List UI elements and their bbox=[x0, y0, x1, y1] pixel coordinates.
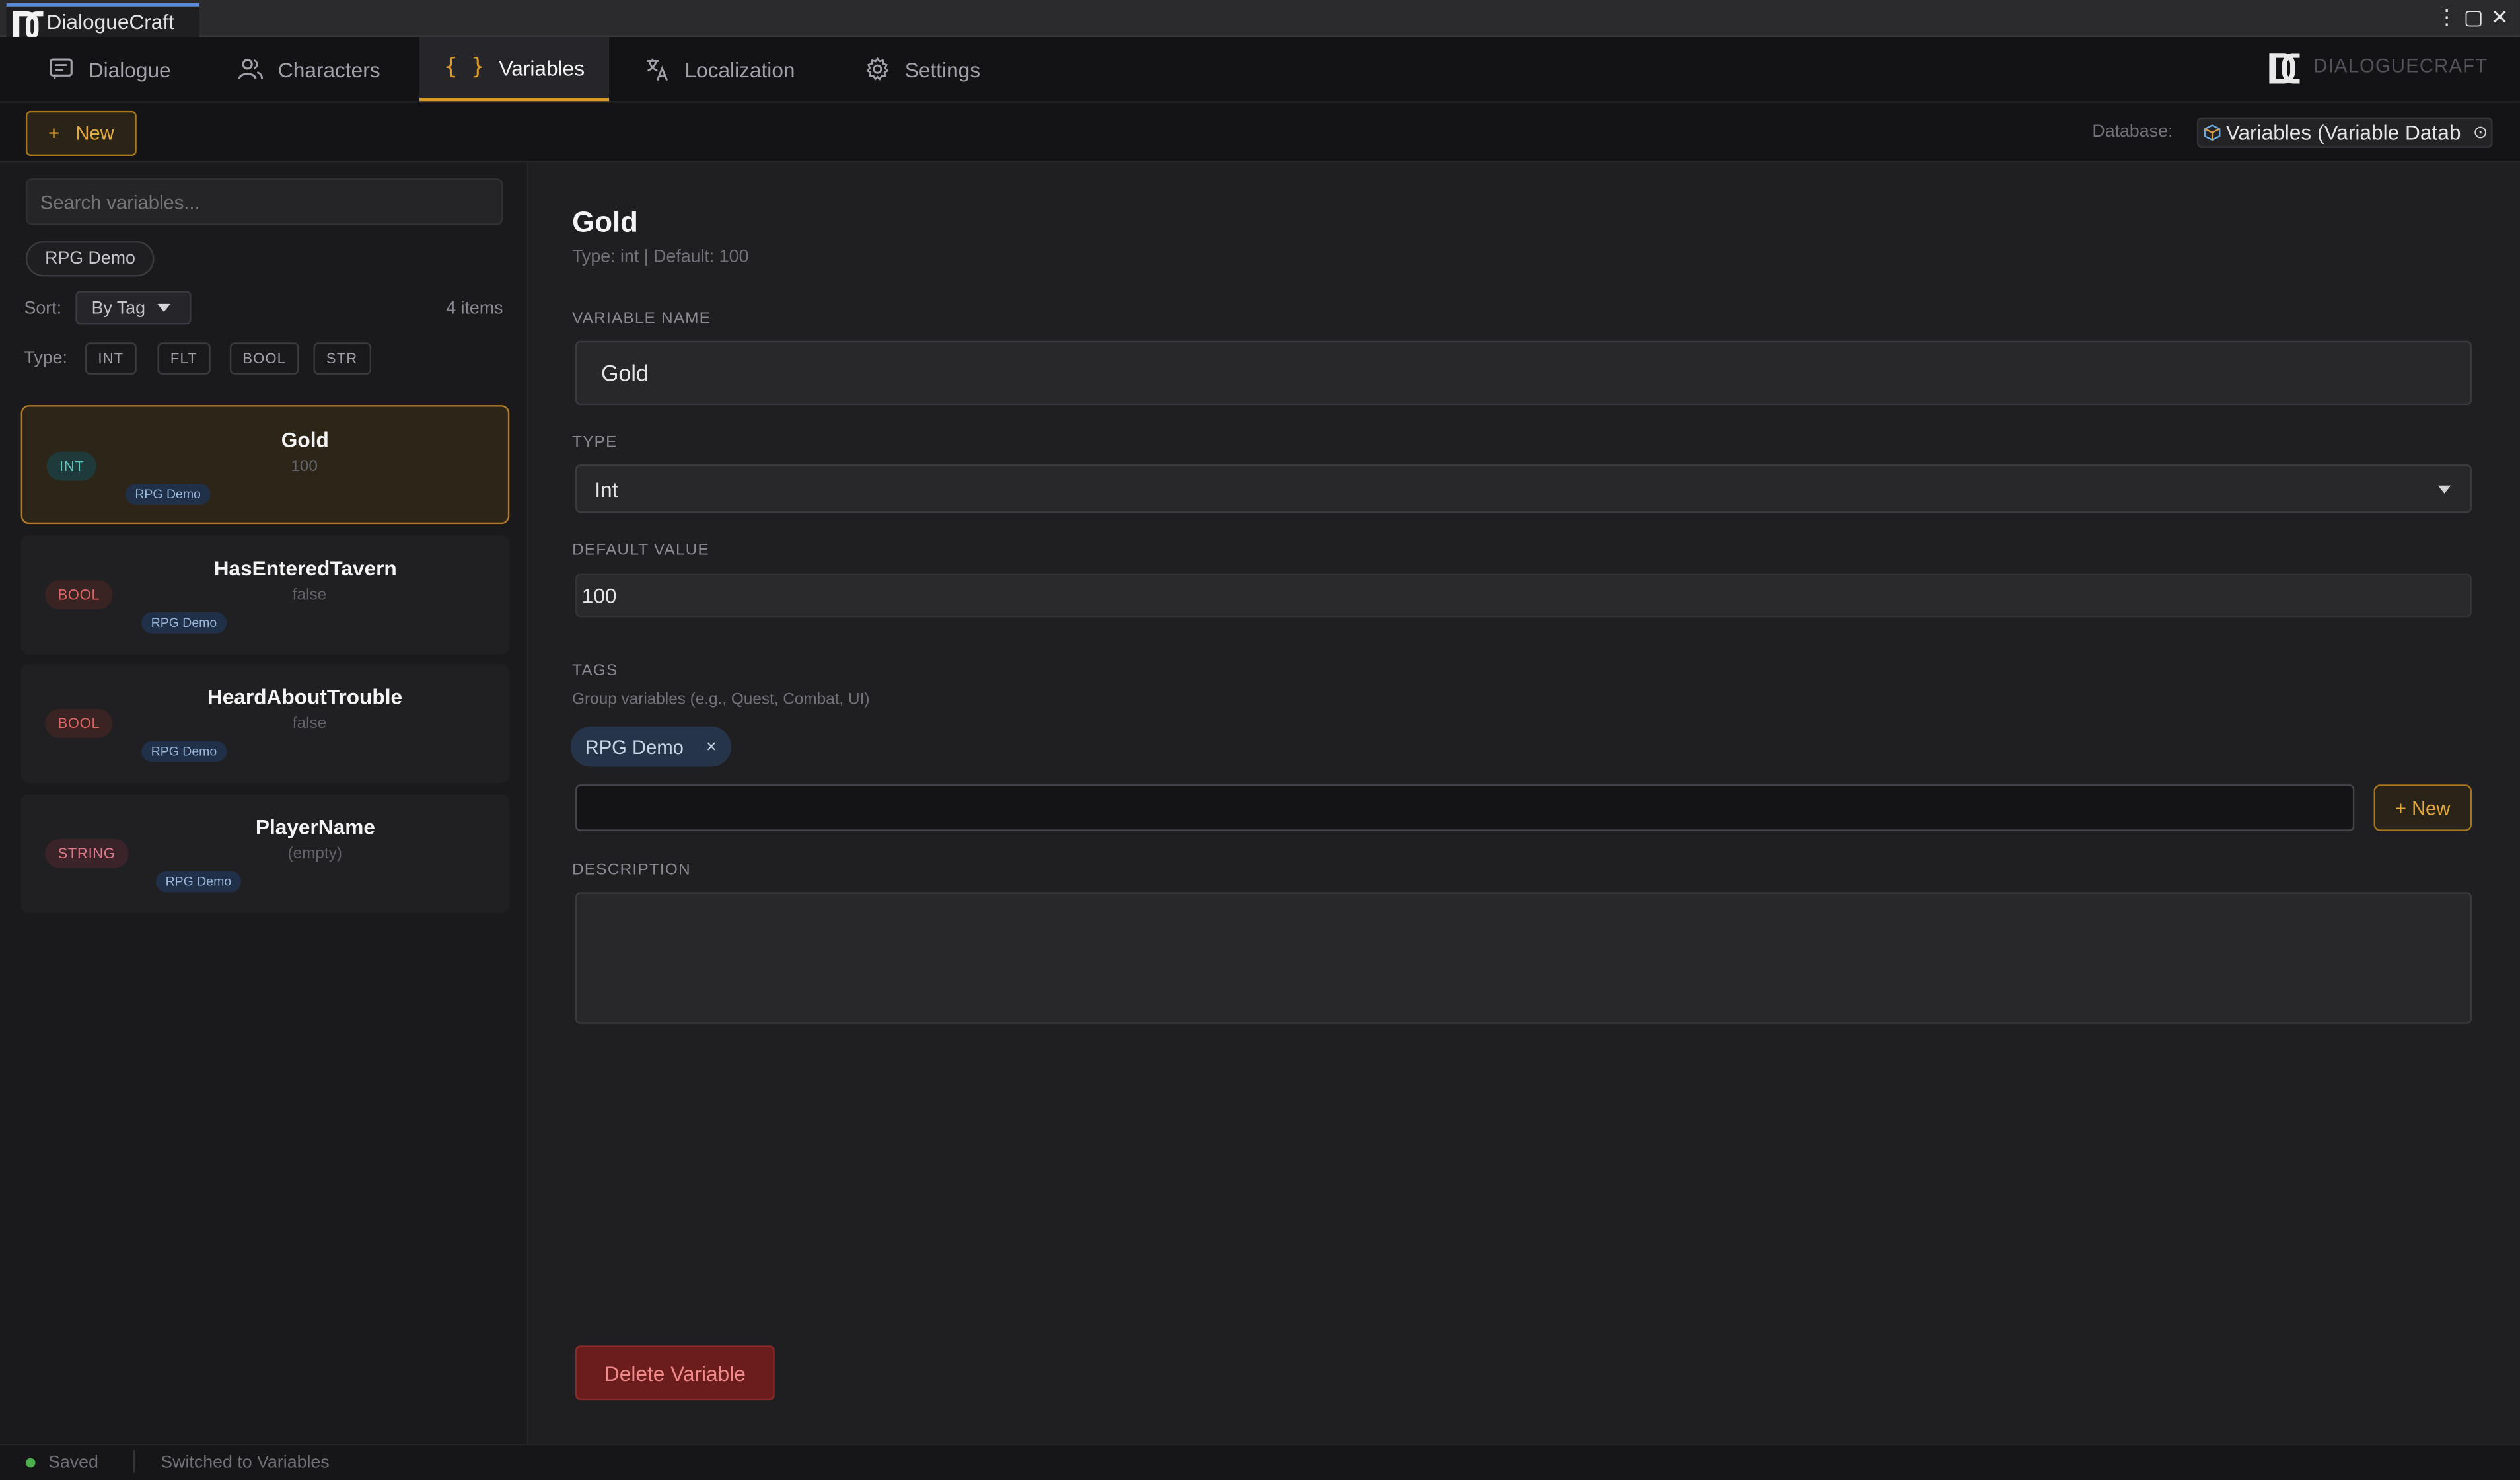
gear-icon bbox=[866, 57, 889, 81]
status-message: Switched to Variables bbox=[161, 1453, 330, 1473]
database-value: Variables (Variable Datab bbox=[2225, 120, 2461, 145]
status-dot-icon bbox=[25, 1458, 36, 1468]
search-input[interactable] bbox=[25, 178, 503, 225]
chat-icon bbox=[50, 58, 73, 79]
plus-icon: + bbox=[48, 122, 60, 145]
variable-tag: RPG Demo bbox=[141, 612, 227, 634]
tab-localization[interactable]: Localization bbox=[638, 37, 801, 101]
tag-pill-label: RPG Demo bbox=[585, 735, 684, 758]
tab-dialogue[interactable]: Dialogue bbox=[42, 37, 177, 101]
maximize-icon[interactable]: ▢ bbox=[2464, 3, 2484, 32]
tags-label: TAGS bbox=[572, 662, 618, 681]
status-divider bbox=[133, 1450, 135, 1473]
type-filter-string[interactable]: STR bbox=[313, 342, 371, 375]
variable-detail-panel: Gold Type: int | Default: 100 VARIABLE N… bbox=[530, 162, 2520, 1444]
variable-card-playername[interactable]: STRING PlayerName (empty) RPG Demo bbox=[20, 794, 510, 913]
app-logo-icon bbox=[13, 11, 44, 42]
type-badge: STRING bbox=[45, 839, 129, 868]
brand-name: DIALOGUECRAFT bbox=[2313, 54, 2488, 77]
type-filter-int[interactable]: INT bbox=[85, 342, 137, 375]
brand-logo-icon bbox=[2270, 53, 2303, 84]
dropdown-arrow-icon bbox=[158, 303, 171, 313]
variable-card-heardabouttrouble[interactable]: BOOL HeardAboutTrouble false RPG Demo bbox=[20, 663, 510, 783]
variable-name: HeardAboutTrouble bbox=[207, 684, 403, 709]
database-label: Database: bbox=[2092, 122, 2173, 142]
sort-value: By Tag bbox=[91, 298, 146, 318]
type-badge: BOOL bbox=[45, 708, 113, 738]
tag-input[interactable] bbox=[575, 784, 2355, 831]
database-select[interactable]: Variables (Variable Datab ⊙ bbox=[2196, 117, 2493, 148]
tab-characters[interactable]: Characters bbox=[231, 37, 386, 101]
page-title: Gold bbox=[572, 205, 638, 239]
variable-value: 100 bbox=[291, 458, 318, 476]
tag-pill-rpg-demo: RPG Demo × bbox=[570, 726, 731, 767]
sort-select[interactable]: By Tag bbox=[75, 291, 192, 325]
tab-settings-label: Settings bbox=[904, 57, 981, 81]
tag-filter-chip[interactable]: RPG Demo bbox=[25, 240, 155, 277]
page-subtitle: Type: int | Default: 100 bbox=[572, 247, 749, 267]
type-select-value: Int bbox=[594, 476, 618, 501]
type-label: TYPE bbox=[572, 433, 618, 452]
toolbar: + New Database: Variables (Variable Data… bbox=[0, 102, 2520, 163]
app-window: DialogueCraft ⋮ ▢ ✕ Dialogue Characters … bbox=[0, 0, 2520, 1480]
description-field[interactable] bbox=[575, 892, 2472, 1024]
variable-tag: RPG Demo bbox=[156, 871, 241, 893]
dropdown-arrow-icon bbox=[2437, 484, 2451, 493]
item-count: 4 items bbox=[446, 299, 503, 318]
description-label: DESCRIPTION bbox=[572, 862, 691, 879]
variable-value: false bbox=[292, 587, 327, 605]
braces-icon: { } bbox=[444, 54, 485, 81]
sort-label: Sort: bbox=[24, 299, 62, 318]
title-bar: DialogueCraft ⋮ ▢ ✕ bbox=[0, 0, 2520, 42]
variable-card-hasenteredtavern[interactable]: BOOL HasEnteredTavern false RPG Demo bbox=[20, 535, 510, 655]
close-icon[interactable]: ✕ bbox=[2491, 3, 2509, 32]
default-value-field[interactable]: 100 bbox=[575, 574, 2472, 618]
tab-settings[interactable]: Settings bbox=[858, 37, 987, 101]
default-value-label: DEFAULT VALUE bbox=[572, 541, 709, 560]
add-tag-button[interactable]: + New bbox=[2373, 784, 2472, 831]
variables-sidebar: RPG Demo Sort: By Tag 4 items Type: INT … bbox=[0, 162, 529, 1444]
brand-logo: DIALOGUECRAFT bbox=[2270, 53, 2488, 84]
type-badge: INT bbox=[46, 451, 97, 481]
type-badge: BOOL bbox=[45, 580, 113, 610]
variable-value: (empty) bbox=[287, 845, 343, 864]
remove-tag-icon[interactable]: × bbox=[706, 737, 717, 757]
tab-variables-label: Variables bbox=[499, 55, 585, 80]
window-tab[interactable]: DialogueCraft bbox=[6, 3, 199, 42]
status-bar: Saved Switched to Variables bbox=[0, 1443, 2520, 1480]
type-filter-float[interactable]: FLT bbox=[157, 342, 211, 375]
type-filter-bool[interactable]: BOOL bbox=[229, 342, 299, 375]
picker-target-icon[interactable]: ⊙ bbox=[2473, 122, 2488, 143]
delete-variable-button[interactable]: Delete Variable bbox=[575, 1345, 775, 1401]
tab-dialogue-label: Dialogue bbox=[88, 57, 171, 81]
tab-localization-label: Localization bbox=[684, 57, 795, 81]
database-cube-icon bbox=[2204, 124, 2221, 141]
window-title: DialogueCraft bbox=[46, 9, 174, 34]
variable-name: HasEnteredTavern bbox=[213, 556, 397, 581]
variable-name-field[interactable]: Gold bbox=[575, 340, 2472, 406]
type-filter-label: Type: bbox=[24, 348, 67, 369]
variable-name: Gold bbox=[281, 427, 329, 452]
variable-name: PlayerName bbox=[255, 815, 375, 840]
translate-icon bbox=[647, 58, 668, 81]
save-status: Saved bbox=[48, 1453, 98, 1473]
new-variable-button[interactable]: + New bbox=[25, 110, 137, 157]
type-select[interactable]: Int bbox=[575, 464, 2472, 513]
tags-hint: Group variables (e.g., Quest, Combat, UI… bbox=[572, 691, 870, 709]
variable-value: false bbox=[292, 715, 327, 733]
users-icon bbox=[238, 59, 264, 79]
tab-characters-label: Characters bbox=[277, 57, 380, 81]
variable-tag: RPG Demo bbox=[125, 484, 211, 505]
new-button-label: New bbox=[75, 122, 114, 145]
tab-variables[interactable]: { } Variables bbox=[419, 36, 610, 102]
variable-tag: RPG Demo bbox=[141, 741, 227, 762]
main-nav: Dialogue Characters { } Variables Locali… bbox=[0, 36, 2520, 103]
more-options-icon[interactable]: ⋮ bbox=[2436, 3, 2457, 32]
variable-name-label: VARIABLE NAME bbox=[572, 310, 711, 328]
variable-card-gold[interactable]: INT Gold 100 RPG Demo bbox=[20, 405, 510, 525]
